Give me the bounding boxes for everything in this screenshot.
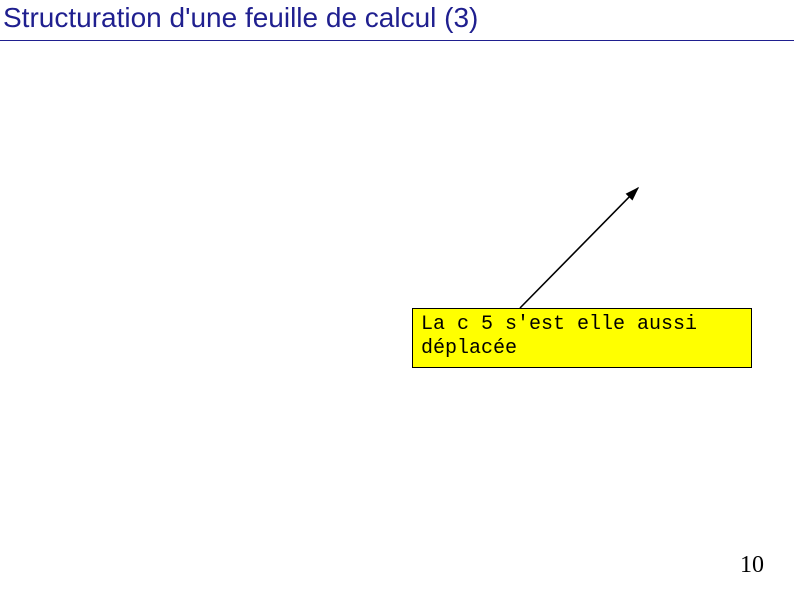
slide-title: Structuration d'une feuille de calcul (3…: [3, 2, 478, 34]
callout-note: La c 5 s'est elle aussi déplacée: [412, 308, 752, 368]
arrow-icon: [510, 180, 670, 315]
callout-line-1: La c 5 s'est elle aussi: [421, 313, 697, 336]
callout-line-2: déplacée: [421, 337, 517, 360]
page-number: 10: [740, 552, 764, 579]
title-underline: [0, 40, 794, 41]
